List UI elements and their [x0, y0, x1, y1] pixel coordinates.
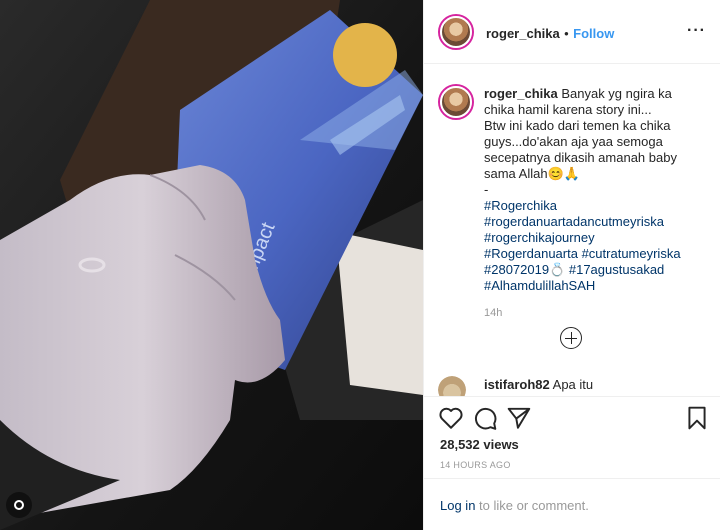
caption-username[interactable]: roger_chika — [484, 86, 558, 101]
avatar-image — [440, 16, 472, 48]
caption-line: secepatnya dikasih amanah baby — [484, 150, 677, 165]
login-prompt-text: to like or comment. — [475, 498, 589, 513]
comment-icon[interactable] — [472, 405, 498, 431]
video-indicator[interactable] — [6, 492, 32, 518]
hashtag-link[interactable]: #AlhamdulillahSAH — [484, 278, 704, 294]
comment-text: Apa itu — [552, 377, 594, 392]
commenter-avatar[interactable] — [438, 376, 466, 396]
post-timestamp[interactable]: 14 HOURS AGO — [440, 460, 511, 470]
post-video[interactable]: Compact — [0, 0, 423, 530]
caption-line: Banyak yg ngira ka — [561, 86, 672, 101]
comments-list[interactable]: roger_chika Banyak yg ngira ka chika ham… — [424, 64, 720, 396]
caption-line: Btw ini kado dari temen ka chika — [484, 118, 671, 133]
action-bar — [424, 396, 720, 440]
hashtag-link[interactable]: #Rogerchika — [484, 198, 704, 214]
header-username[interactable]: roger_chika — [486, 26, 560, 41]
hashtag-link[interactable]: #rogerdanuartadancutmeyriska — [484, 214, 704, 230]
more-options-icon[interactable]: ··· — [687, 22, 706, 40]
caption: roger_chika Banyak yg ngira ka chika ham… — [484, 86, 704, 294]
hashtag-link[interactable]: #28072019💍 #17agustusakad — [484, 262, 704, 278]
login-link[interactable]: Log in — [440, 498, 475, 513]
login-footer: Log in to like or comment. — [424, 478, 720, 530]
bookmark-icon[interactable] — [684, 405, 710, 431]
video-frame-image: Compact — [0, 0, 423, 530]
caption-age[interactable]: 14h — [484, 307, 502, 319]
header-separator: • — [564, 26, 569, 41]
follow-button[interactable]: Follow — [573, 26, 614, 41]
hashtag-link[interactable]: #rogerchikajourney — [484, 230, 704, 246]
caption-line: chika hamil karena story ini... — [484, 102, 652, 117]
avatar-image — [440, 86, 472, 118]
heart-icon[interactable] — [438, 405, 464, 431]
login-prompt: Log in to like or comment. — [440, 498, 589, 513]
load-more-comments-button[interactable] — [560, 327, 582, 349]
caption-line: - — [484, 182, 489, 197]
post-header: roger_chika • Follow ··· — [424, 0, 720, 64]
caption-avatar[interactable] — [438, 84, 474, 120]
comment-username[interactable]: istifaroh82 — [484, 377, 550, 392]
caption-line: guys...do'akan aja yaa semoga — [484, 134, 663, 149]
avatar-image — [438, 376, 466, 396]
video-indicator-icon — [14, 500, 24, 510]
post-sidebar: roger_chika • Follow ··· roger_chika Ban… — [423, 0, 720, 530]
comment: istifaroh82 Apa itu — [484, 377, 593, 392]
caption-line: sama Allah😊🙏 — [484, 166, 580, 181]
share-icon[interactable] — [506, 405, 532, 431]
header-avatar[interactable] — [438, 14, 474, 50]
view-count[interactable]: 28,532 views — [440, 437, 519, 452]
hashtag-link[interactable]: #Rogerdanuarta #cutratumeyriska — [484, 246, 704, 262]
